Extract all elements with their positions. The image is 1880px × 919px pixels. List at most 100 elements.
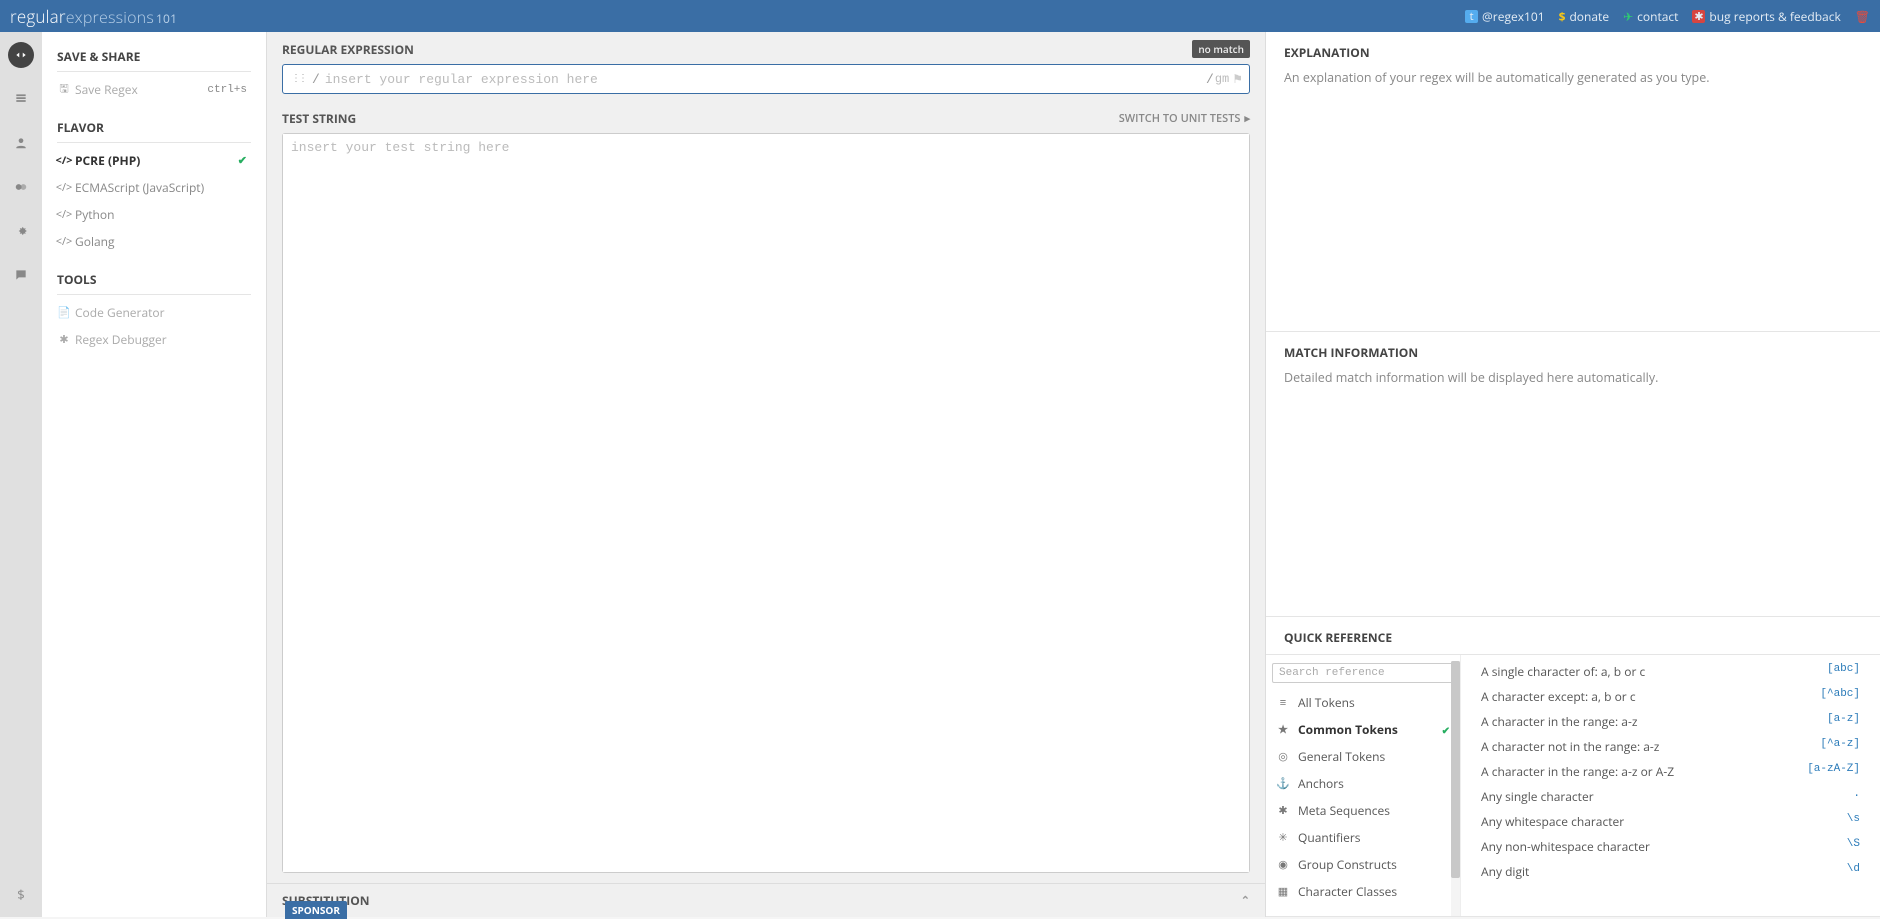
contact-link[interactable]: ✈contact	[1623, 8, 1678, 25]
qref-categories: ≡All Tokens★Common Tokens✔◎General Token…	[1266, 655, 1461, 916]
code-icon: </>	[57, 207, 71, 222]
code-icon: </>	[57, 153, 71, 168]
dollar-icon: $	[1559, 8, 1566, 25]
switch-unit-label: SWITCH TO UNIT TESTS	[1119, 111, 1241, 126]
match-info-panel: MATCH INFORMATION Detailed match informa…	[1266, 332, 1880, 617]
qref-token-row[interactable]: Any digit\d	[1461, 859, 1880, 884]
chat-icon[interactable]	[8, 262, 34, 288]
regex-input-box: ⋮⋮ / / gm⚑	[282, 64, 1250, 94]
qref-token-row[interactable]: A character not in the range: a-z[^a-z]	[1461, 734, 1880, 759]
account-icon[interactable]	[8, 130, 34, 156]
qref-category[interactable]: ≡ All Tokens	[1266, 689, 1460, 716]
category-label: Anchors	[1298, 775, 1344, 792]
site-logo[interactable]: regularexpressions101	[10, 5, 177, 28]
category-icon: ◉	[1276, 857, 1290, 872]
qref-category[interactable]: ◎General Tokens	[1266, 743, 1460, 770]
bugs-link[interactable]: ✱bug reports & feedback	[1692, 8, 1840, 25]
category-label: All Tokens	[1298, 694, 1355, 711]
open-delimiter[interactable]: /	[311, 72, 321, 87]
qref-token-row[interactable]: A character except: a, b or c[^abc]	[1461, 684, 1880, 709]
regex-debugger-item[interactable]: ✱ Regex Debugger	[57, 326, 251, 353]
category-label: Common Tokens	[1298, 721, 1398, 738]
flavor-label: Golang	[75, 233, 115, 250]
qref-category[interactable]: ★Common Tokens✔	[1266, 716, 1460, 743]
flavor-item[interactable]: </> PCRE (PHP) ✔	[57, 147, 251, 174]
drag-handle-icon[interactable]: ⋮⋮	[283, 73, 311, 85]
match-title: MATCH INFORMATION	[1284, 344, 1862, 361]
delete-icon[interactable]: 🗑	[1855, 8, 1870, 25]
flavor-item[interactable]: </> Golang	[57, 228, 251, 255]
logo-part3: 101	[156, 10, 177, 27]
code-generator-item[interactable]: 📄 Code Generator	[57, 299, 251, 326]
check-icon: ✔	[238, 153, 247, 168]
settings-icon[interactable]	[8, 218, 34, 244]
qref-token-row[interactable]: Any single character.	[1461, 784, 1880, 809]
qref-category[interactable]: ✳ Quantifiers	[1266, 824, 1460, 851]
token-code: [^abc]	[1820, 688, 1860, 705]
donate-link[interactable]: $donate	[1559, 8, 1609, 25]
token-code: [a-z]	[1827, 713, 1860, 730]
qref-token-row[interactable]: Any non-whitespace character\S	[1461, 834, 1880, 859]
save-shortcut: ctrl+s	[207, 84, 247, 96]
token-desc: A character in the range: a-z	[1481, 713, 1637, 730]
close-delimiter[interactable]: /	[1205, 72, 1215, 87]
qref-category[interactable]: ◉ Group Constructs	[1266, 851, 1460, 878]
scrollbar-thumb[interactable]	[1451, 661, 1460, 878]
logo-part2: expressions	[66, 6, 154, 28]
flavor-label: ECMAScript (JavaScript)	[75, 179, 204, 196]
regex-section-header: REGULAR EXPRESSION no match	[267, 32, 1265, 64]
live-help-icon[interactable]	[8, 174, 34, 200]
substitution-header[interactable]: SUBSTITUTION ⌃	[267, 883, 1265, 917]
right-column: EXPLANATION An explanation of your regex…	[1265, 32, 1880, 917]
top-header: regularexpressions101 t@regex101 $donate…	[0, 0, 1880, 32]
test-string-input[interactable]	[283, 134, 1249, 872]
plane-icon: ✈	[1623, 8, 1633, 25]
qref-token-row[interactable]: A character in the range: a-z [a-z]	[1461, 709, 1880, 734]
token-code: \d	[1847, 863, 1860, 880]
editor-icon[interactable]	[8, 42, 34, 68]
check-icon: ✔	[1442, 723, 1450, 737]
token-code: [a-zA-Z]	[1807, 763, 1860, 780]
test-title: TEST STRING	[282, 110, 356, 127]
token-code: \s	[1847, 813, 1860, 830]
qref-search-input[interactable]	[1272, 663, 1454, 683]
save-icon: 🖫	[57, 80, 71, 99]
qref-token-row[interactable]: A character in the range: a-z or A-Z[a-z…	[1461, 759, 1880, 784]
chevron-up-icon: ⌃	[1241, 893, 1250, 908]
qref-category[interactable]: ⚓Anchors	[1266, 770, 1460, 797]
token-desc: A character not in the range: a-z	[1481, 738, 1659, 755]
contact-label: contact	[1637, 8, 1678, 25]
sponsor-badge[interactable]: SPONSOR	[285, 901, 347, 919]
qref-token-row[interactable]: Any whitespace character \s	[1461, 809, 1880, 834]
qref-category[interactable]: ▦Character Classes	[1266, 878, 1460, 905]
save-regex-label: Save Regex	[75, 81, 138, 98]
header-links: t@regex101 $donate ✈contact ✱bug reports…	[1465, 8, 1870, 25]
scrollbar[interactable]	[1451, 661, 1460, 916]
code-icon: </>	[57, 234, 71, 249]
switch-unit-tests-link[interactable]: SWITCH TO UNIT TESTS ▸	[1119, 111, 1250, 126]
token-desc: A single character of: a, b or c	[1481, 663, 1645, 680]
sponsor-icon[interactable]: $	[8, 881, 34, 907]
test-string-box	[282, 133, 1250, 873]
twitter-link[interactable]: t@regex101	[1465, 8, 1545, 25]
flavor-label: Python	[75, 206, 114, 223]
regex-input[interactable]	[321, 72, 1205, 87]
flavor-label: PCRE (PHP)	[75, 152, 140, 169]
token-desc: Any whitespace character	[1481, 813, 1624, 830]
category-icon: ≡	[1276, 695, 1290, 710]
save-regex-item[interactable]: 🖫 Save Regex ctrl+s	[57, 76, 251, 103]
token-code: [abc]	[1827, 663, 1860, 680]
qref-category[interactable]: ✱Meta Sequences	[1266, 797, 1460, 824]
twitter-label: @regex101	[1482, 8, 1545, 25]
category-label: Quantifiers	[1298, 829, 1360, 846]
flavor-item[interactable]: </> Python	[57, 201, 251, 228]
qref-token-row[interactable]: A single character of: a, b or c [abc]	[1461, 659, 1880, 684]
explanation-title: EXPLANATION	[1284, 44, 1862, 61]
flag-icon: ⚑	[1232, 72, 1243, 87]
test-section-header: TEST STRING SWITCH TO UNIT TESTS ▸	[267, 102, 1265, 133]
category-label: Group Constructs	[1298, 856, 1397, 873]
category-icon: ✳	[1276, 830, 1290, 845]
flavor-item[interactable]: </>ECMAScript (JavaScript)	[57, 174, 251, 201]
flags-selector[interactable]: gm⚑	[1215, 72, 1249, 87]
library-icon[interactable]	[8, 86, 34, 112]
